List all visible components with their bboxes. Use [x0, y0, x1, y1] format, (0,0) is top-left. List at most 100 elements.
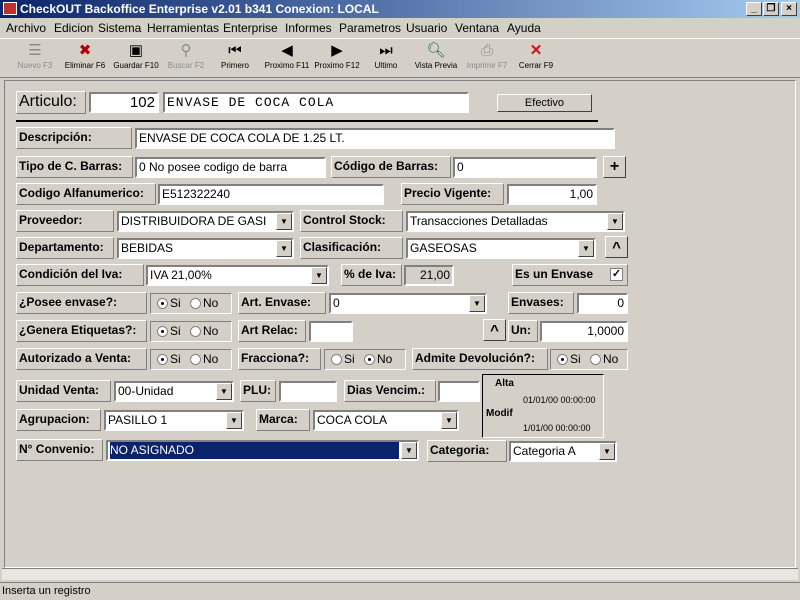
chevron-down-icon[interactable]: ▼	[216, 383, 232, 400]
posee-si-radio[interactable]	[157, 298, 168, 309]
chevron-down-icon[interactable]: ▼	[578, 240, 594, 257]
proveedor-label: Proveedor:	[16, 210, 114, 232]
alfanumerico-field[interactable]: E512322240	[158, 184, 384, 205]
un-field[interactable]: 1,0000	[540, 321, 628, 342]
condicion-iva-select[interactable]: IVA 21,00% ▼	[146, 265, 329, 286]
efectivo-button[interactable]: Efectivo	[497, 94, 592, 112]
admite-no-label: No	[603, 352, 619, 366]
dias-vencim-field[interactable]	[438, 381, 480, 402]
admite-no-radio[interactable]	[590, 354, 602, 365]
ultimo-button[interactable]: ⏭ Ultimo	[368, 41, 404, 77]
chevron-down-icon[interactable]: ▼	[599, 443, 615, 460]
admite-radio-group: Si No	[550, 349, 628, 370]
menu-usuario[interactable]: Usuario	[406, 21, 447, 35]
vista-previa-button[interactable]: 🔍︎ Vista Previa	[412, 41, 460, 77]
marca-select[interactable]: COCA COLA ▼	[313, 410, 459, 431]
plu-field[interactable]	[279, 381, 337, 402]
vista-previa-label: Vista Previa	[414, 61, 458, 70]
departamento-value: BEBIDAS	[121, 241, 174, 255]
menu-sistema[interactable]: Sistema	[98, 21, 141, 35]
minimize-button[interactable]: _	[746, 2, 762, 16]
horizontal-scrollbar[interactable]	[2, 568, 798, 580]
plu-label: PLU:	[240, 380, 276, 402]
articulo-label: Articulo:	[16, 91, 86, 114]
add-barcode-button[interactable]: +	[603, 156, 626, 178]
genera-no-radio[interactable]	[190, 326, 202, 337]
menu-archivo[interactable]: Archivo	[6, 21, 46, 35]
genera-si-radio[interactable]	[157, 326, 168, 337]
eliminar-button[interactable]: ✖ Eliminar F6	[62, 41, 108, 77]
chevron-down-icon[interactable]: ▼	[226, 412, 242, 429]
chevron-down-icon[interactable]: ▼	[311, 267, 327, 284]
categoria-value: Categoria A	[513, 444, 576, 458]
proximo-f12-button[interactable]: ▶ Proximo F12	[312, 41, 362, 77]
codigo-barras-label: Código de Barras:	[331, 156, 451, 178]
nuevo-label: Nuevo F3	[17, 61, 53, 70]
menu-herramientas[interactable]: Herramientas	[147, 21, 219, 35]
envases-field[interactable]: 0	[577, 293, 628, 314]
menu-informes[interactable]: Informes	[285, 21, 332, 35]
articulo-number-field[interactable]: 102	[89, 92, 159, 113]
codigo-barras-field[interactable]: 0	[453, 157, 597, 178]
convenio-value: NO ASIGNADO	[110, 442, 399, 459]
fracciona-radio-group: Si No	[324, 349, 406, 370]
chevron-down-icon[interactable]: ▼	[441, 412, 457, 429]
menu-edicion[interactable]: Edicion	[54, 21, 93, 35]
proveedor-select[interactable]: DISTRIBUIDORA DE GASI ▼	[117, 211, 294, 232]
posee-no-radio[interactable]	[190, 298, 202, 309]
precio-vigente-field[interactable]: 1,00	[507, 184, 597, 205]
precio-vigente-label: Precio Vigente:	[401, 183, 504, 205]
fracciona-si-radio[interactable]	[331, 354, 342, 365]
primero-button[interactable]: ⏮ Primero	[216, 41, 254, 77]
agrupacion-select[interactable]: PASILLO 1 ▼	[104, 410, 244, 431]
guardar-button[interactable]: ▣ Guardar F10	[112, 41, 160, 77]
departamento-select[interactable]: BEBIDAS ▼	[117, 238, 294, 259]
menu-enterprise[interactable]: Enterprise	[223, 21, 278, 35]
menu-bar: Archivo Edicion Sistema Herramientas Ent…	[0, 18, 800, 38]
menu-ventana[interactable]: Ventana	[455, 21, 499, 35]
autorizado-no-radio[interactable]	[190, 354, 202, 365]
art-relac-up-button[interactable]: ^	[483, 319, 506, 341]
close-window-button[interactable]: ×	[781, 2, 797, 16]
chevron-down-icon[interactable]: ▼	[276, 240, 292, 257]
convenio-select[interactable]: NO ASIGNADO ▼	[106, 440, 419, 461]
restore-button[interactable]: ❐	[763, 2, 779, 16]
art-relac-field[interactable]	[309, 321, 353, 342]
un-label: Un:	[508, 320, 538, 342]
es-envase-checkbox[interactable]: ✓	[610, 268, 623, 281]
printer-icon: ⎙	[480, 42, 493, 59]
tipo-barras-field[interactable]: 0 No posee codigo de barra	[135, 157, 326, 178]
pct-iva-field: 21,00	[404, 265, 454, 286]
marca-value: COCA COLA	[317, 413, 388, 427]
unidad-venta-select[interactable]: 00-Unidad ▼	[114, 381, 234, 402]
articulo-name-field[interactable]: ENVASE DE COCA COLA	[163, 92, 469, 113]
audit-info-box: Alta 01/01/00 00:00:00 Modif 1/01/00 00:…	[482, 374, 604, 438]
art-envase-select[interactable]: 0 ▼	[329, 293, 487, 314]
agrupacion-label: Agrupacion:	[16, 409, 101, 431]
chevron-down-icon[interactable]: ▼	[469, 295, 485, 312]
autorizado-si-radio[interactable]	[157, 354, 168, 365]
clasificacion-select[interactable]: GASEOSAS ▼	[406, 238, 596, 259]
admite-devolucion-label: Admite Devolución?:	[412, 348, 548, 370]
chevron-down-icon[interactable]: ▼	[401, 442, 417, 459]
cerrar-label: Cerrar F9	[518, 61, 554, 70]
chevron-down-icon[interactable]: ▼	[276, 213, 292, 230]
cerrar-button[interactable]: ✕ Cerrar F9	[516, 41, 556, 77]
new-record-icon: ☰	[28, 42, 42, 59]
proximo-f11-button[interactable]: ◀ Proximo F11	[262, 41, 312, 77]
categoria-select[interactable]: Categoria A ▼	[509, 441, 617, 462]
nuevo-button[interactable]: ☰ Nuevo F3	[14, 41, 56, 77]
descripcion-field[interactable]: ENVASE DE COCA COLA DE 1.25 LT.	[135, 128, 615, 149]
control-stock-select[interactable]: Transacciones Detalladas ▼	[406, 211, 625, 232]
imprimir-button[interactable]: ⎙ Imprimir F7	[464, 41, 510, 77]
eliminar-label: Eliminar F6	[64, 61, 106, 70]
clasificacion-up-button[interactable]: ^	[605, 236, 628, 258]
chevron-down-icon[interactable]: ▼	[607, 213, 623, 230]
posee-envase-radio-group: Si No	[150, 293, 232, 314]
fracciona-no-radio[interactable]	[364, 354, 376, 365]
menu-parametros[interactable]: Parametros	[339, 21, 401, 35]
menu-ayuda[interactable]: Ayuda	[507, 21, 541, 35]
buscar-button[interactable]: ⚲ Buscar F2	[164, 41, 208, 77]
admite-si-radio[interactable]	[557, 354, 568, 365]
descripcion-label: Descripción:	[16, 127, 132, 149]
